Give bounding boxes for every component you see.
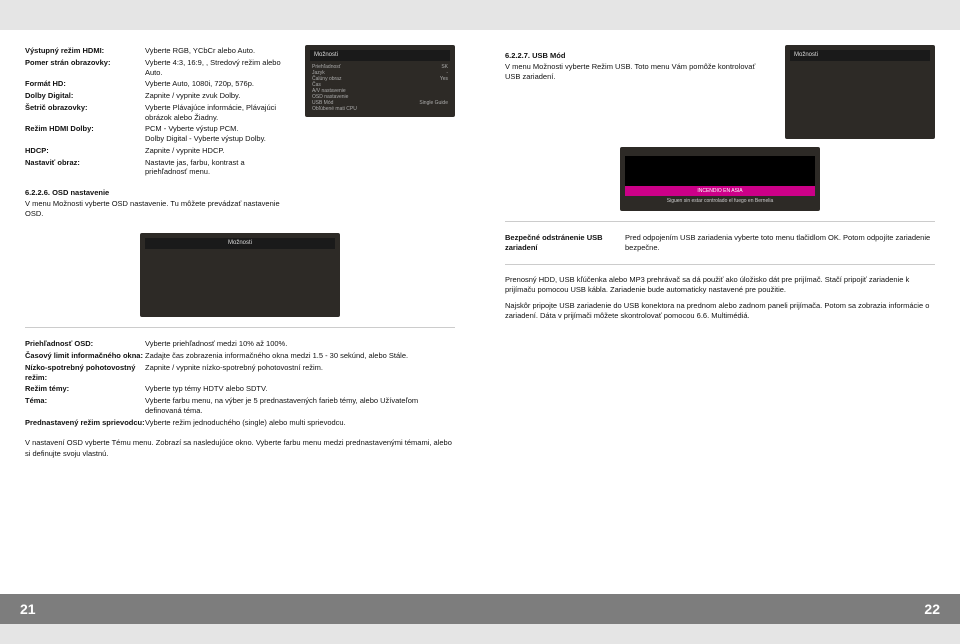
osd-theme-body: V nastavení OSD vyberte Tému menu. Zobra… [25,438,455,458]
setting-value: Vyberte priehľadnosť medzi 10% až 100%. [145,338,455,350]
ui-screenshot-options-3: Možnosti [785,45,935,139]
divider [505,264,935,265]
setting-label: Bezpečné odstránenie USB zariadení [505,232,625,254]
setting-label: Šetrič obrazovky: [25,102,145,124]
setting-label: Výstupný režim HDMI: [25,45,145,57]
osd-section-body: V menu Možnosti vyberte OSD nastavenie. … [25,199,285,219]
setting-value: Vyberte typ témy HDTV alebo SDTV. [145,383,455,395]
ui-screenshot-options-2: Možnosti [140,233,340,317]
hdmi-settings-table: Výstupný režim HDMI:Vyberte RGB, YCbCr a… [25,45,285,178]
usb-section-heading: 6.2.2.7. USB Mód [505,51,765,60]
setting-label: Prednastavený režim sprievodcu: [25,417,145,429]
setting-label: Nízko-spotrebný pohotovostný režim: [25,362,145,384]
setting-value: Pred odpojením USB zariadenia vyberte to… [625,232,935,254]
setting-value: PCM - Vyberte výstup PCM. Dolby Digital … [145,123,285,145]
setting-value: Vyberte Auto, 1080i, 720p, 576p. [145,78,285,90]
setting-label: Téma: [25,395,145,417]
setting-label: Režim témy: [25,383,145,395]
setting-value: Vyberte Plávajúce informácie, Plávajúci … [145,102,285,124]
usb-section-body: V menu Možnosti vyberte Režim USB. Toto … [505,62,765,82]
setting-label: Režim HDMI Dolby: [25,123,145,145]
osd-section-heading: 6.2.2.6. OSD nastavenie [25,188,285,197]
page-number-right: 22 [924,594,960,624]
setting-label: Pomer strán obrazovky: [25,57,145,79]
setting-value: Vyberte RGB, YCbCr alebo Auto. [145,45,285,57]
usb-safe-remove-table: Bezpečné odstránenie USB zariadeníPred o… [505,232,935,254]
setting-value: Nastavte jas, farbu, kontrast a priehľad… [145,157,285,179]
setting-label: Nastaviť obraz: [25,157,145,179]
setting-value: Zapnite / vypnite HDCP. [145,145,285,157]
setting-label: Formát HD: [25,78,145,90]
setting-value: Vyberte režim jednoduchého (single) aleb… [145,417,455,429]
setting-label: Priehľadnosť OSD: [25,338,145,350]
usb-connect-body: Najskôr pripojte USB zariadenie do USB k… [505,301,935,321]
ui-screenshot-options-1: Možnosti PriehľadnosťSKJazyk-Čalúny obra… [305,45,455,117]
setting-value: Vyberte 4:3, 16:9, , Stredový režim aleb… [145,57,285,79]
usb-storage-body: Prenosný HDD, USB kľúčenka alebo MP3 pre… [505,275,935,295]
setting-value: Vyberte farbu menu, na výber je 5 predna… [145,395,455,417]
page-number-left: 21 [0,594,36,624]
setting-label: Dolby Digital: [25,90,145,102]
setting-value: Zapnite / vypnite nízko-spotrebný pohoto… [145,362,455,384]
osd-settings-table: Priehľadnosť OSD:Vyberte priehľadnosť me… [25,338,455,428]
setting-value: Zadajte čas zobrazenia informačného okna… [145,350,455,362]
divider [25,327,455,328]
setting-label: Časový limit informačného okna: [25,350,145,362]
ui-screenshot-news: INCENDIO EN ASIA Siguen sin estar contro… [620,147,820,211]
setting-label: HDCP: [25,145,145,157]
ui-menu-row: Obľúbené mati CPU [310,106,450,112]
setting-value: Zapnite / vypnite zvuk Dolby. [145,90,285,102]
divider [505,221,935,222]
